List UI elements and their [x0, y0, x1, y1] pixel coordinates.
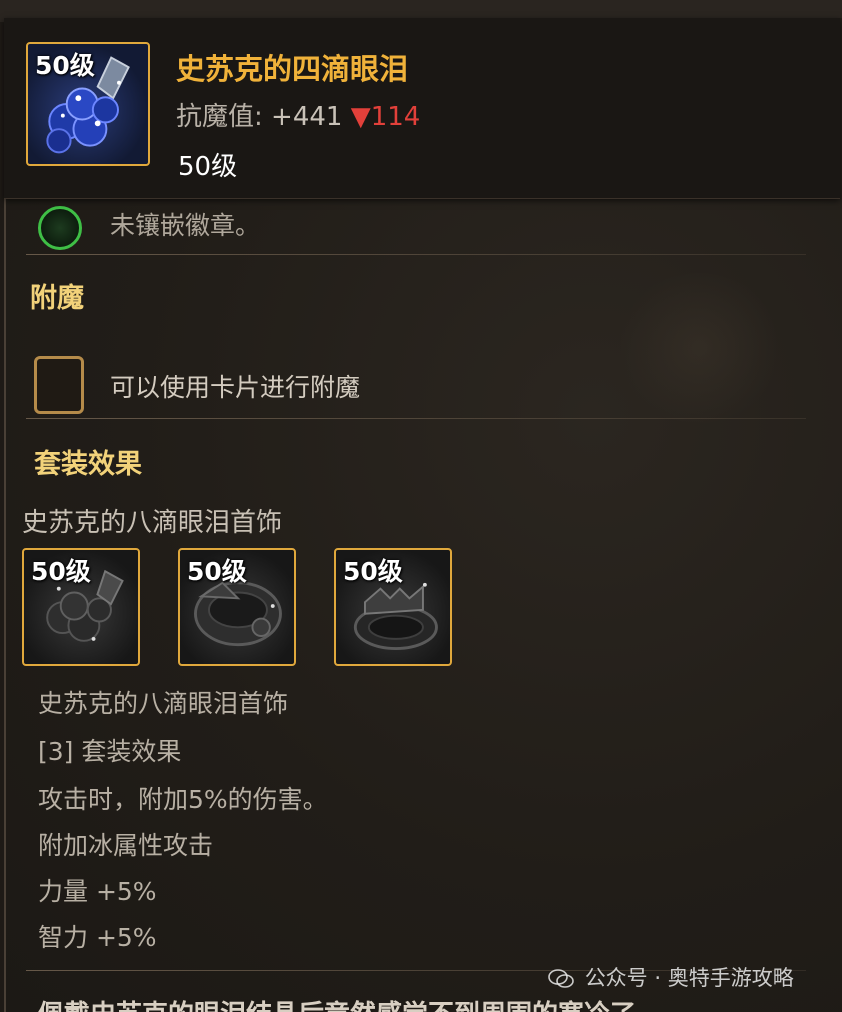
item-level-badge: 50级 [31, 557, 91, 586]
set-effect-title: 套装效果 [34, 449, 142, 480]
divider [26, 254, 806, 255]
item-name: 史苏克的四滴眼泪 [176, 52, 409, 86]
watermark: 公众号 · 奥特手游攻略 [548, 962, 794, 992]
set-line-name: 史苏克的八滴眼泪首饰 [38, 689, 289, 718]
watermark-text: 公众号 · 奥特手游攻略 [584, 966, 794, 990]
stat-value: +441 [271, 102, 343, 132]
item-level-badge: 50级 [343, 557, 403, 586]
set-item-ring[interactable]: 50级 [334, 548, 452, 666]
background-emblem [614, 273, 784, 423]
flavor-text: 佩戴史苏克的眼泪结晶后竟然感觉不到周围的寒冷了。 [38, 994, 662, 1012]
magic-defense-stat: 抗魔值: +441 ▼114 [176, 96, 420, 133]
set-item-bracelet[interactable]: 50级 [178, 548, 296, 666]
stat-label: 抗魔值: [176, 102, 263, 132]
badge-status-text: 未镶嵌徽章。 [110, 211, 261, 240]
item-level-badge: 50级 [35, 51, 95, 80]
enchant-title: 附魔 [30, 283, 84, 314]
enchant-slot-text: 可以使用卡片进行附魔 [110, 373, 361, 402]
main-item-icon-frame[interactable]: 50级 [26, 42, 150, 166]
set-line-strength: 力量 +5% [38, 877, 157, 906]
set-line-intelligence: 智力 +5% [38, 923, 157, 952]
green-orb-icon [38, 206, 82, 250]
set-line-damage: 攻击时，附加5%的伤害。 [38, 785, 328, 814]
enchant-card-slot[interactable] [34, 356, 84, 414]
divider [26, 418, 806, 419]
set-name: 史苏克的八滴眼泪首饰 [22, 508, 283, 538]
set-item-earring[interactable]: 50级 [22, 548, 140, 666]
set-line-count: [3] 套装效果 [38, 737, 182, 766]
stat-delta: ▼114 [350, 102, 421, 132]
wechat-icon [548, 969, 574, 988]
tooltip-header: 50级 史苏克的四滴眼泪 抗魔值: +441 ▼114 50级 [4, 18, 840, 199]
set-line-ice: 附加冰属性攻击 [38, 831, 214, 860]
required-level: 50级 [178, 152, 238, 182]
item-level-badge: 50级 [187, 557, 247, 586]
